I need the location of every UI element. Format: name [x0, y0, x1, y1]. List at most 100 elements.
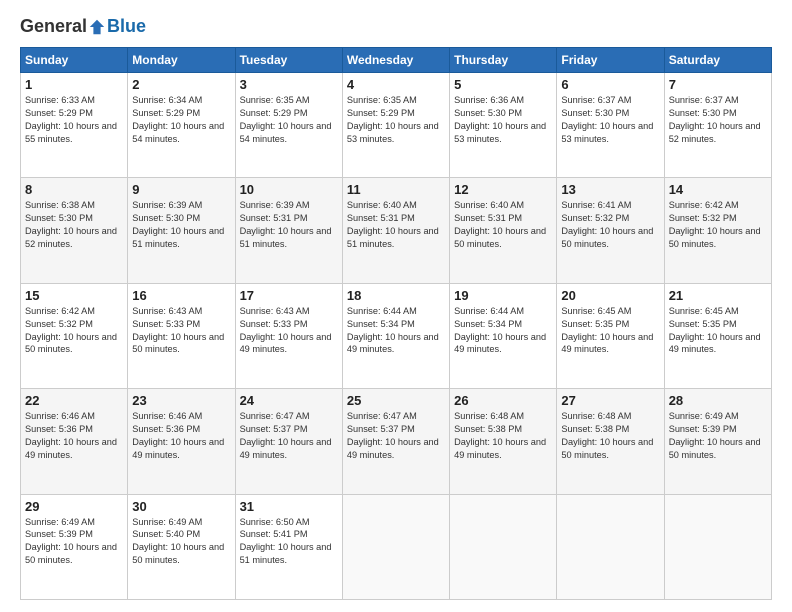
calendar-cell: 13 Sunrise: 6:41 AM Sunset: 5:32 PM Dayli… — [557, 178, 664, 283]
day-number: 30 — [132, 499, 230, 514]
col-tuesday: Tuesday — [235, 48, 342, 73]
day-info: Sunrise: 6:46 AM Sunset: 5:36 PM Dayligh… — [25, 410, 123, 462]
calendar-cell: 3 Sunrise: 6:35 AM Sunset: 5:29 PM Daylig… — [235, 73, 342, 178]
day-info: Sunrise: 6:37 AM Sunset: 5:30 PM Dayligh… — [561, 94, 659, 146]
day-info: Sunrise: 6:37 AM Sunset: 5:30 PM Dayligh… — [669, 94, 767, 146]
day-info: Sunrise: 6:45 AM Sunset: 5:35 PM Dayligh… — [669, 305, 767, 357]
day-info: Sunrise: 6:46 AM Sunset: 5:36 PM Dayligh… — [132, 410, 230, 462]
day-number: 29 — [25, 499, 123, 514]
day-info: Sunrise: 6:44 AM Sunset: 5:34 PM Dayligh… — [454, 305, 552, 357]
day-number: 25 — [347, 393, 445, 408]
col-monday: Monday — [128, 48, 235, 73]
day-number: 2 — [132, 77, 230, 92]
calendar-cell: 21 Sunrise: 6:45 AM Sunset: 5:35 PM Dayli… — [664, 283, 771, 388]
day-number: 9 — [132, 182, 230, 197]
day-info: Sunrise: 6:48 AM Sunset: 5:38 PM Dayligh… — [454, 410, 552, 462]
col-friday: Friday — [557, 48, 664, 73]
calendar-cell: 24 Sunrise: 6:47 AM Sunset: 5:37 PM Dayli… — [235, 389, 342, 494]
calendar-cell — [342, 494, 449, 599]
day-info: Sunrise: 6:41 AM Sunset: 5:32 PM Dayligh… — [561, 199, 659, 251]
day-info: Sunrise: 6:33 AM Sunset: 5:29 PM Dayligh… — [25, 94, 123, 146]
day-number: 31 — [240, 499, 338, 514]
col-wednesday: Wednesday — [342, 48, 449, 73]
day-info: Sunrise: 6:34 AM Sunset: 5:29 PM Dayligh… — [132, 94, 230, 146]
calendar-cell: 23 Sunrise: 6:46 AM Sunset: 5:36 PM Dayli… — [128, 389, 235, 494]
calendar-cell: 18Sunrise: 6:44 AM Sunset: 5:34 PM Dayli… — [342, 283, 449, 388]
day-number: 17 — [240, 288, 338, 303]
day-info: Sunrise: 6:47 AM Sunset: 5:37 PM Dayligh… — [240, 410, 338, 462]
logo: General Blue — [20, 16, 146, 37]
day-info: Sunrise: 6:50 AM Sunset: 5:41 PM Dayligh… — [240, 516, 338, 568]
day-number: 16 — [132, 288, 230, 303]
day-number: 13 — [561, 182, 659, 197]
calendar-week-4: 22 Sunrise: 6:46 AM Sunset: 5:36 PM Dayli… — [21, 389, 772, 494]
day-number: 7 — [669, 77, 767, 92]
calendar-cell: 27Sunrise: 6:48 AM Sunset: 5:38 PM Dayli… — [557, 389, 664, 494]
logo-blue: Blue — [107, 16, 146, 37]
calendar-cell: 5Sunrise: 6:36 AM Sunset: 5:30 PM Daylig… — [450, 73, 557, 178]
col-sunday: Sunday — [21, 48, 128, 73]
day-number: 22 — [25, 393, 123, 408]
day-number: 20 — [561, 288, 659, 303]
day-number: 14 — [669, 182, 767, 197]
calendar-cell — [450, 494, 557, 599]
calendar-cell: 19 Sunrise: 6:44 AM Sunset: 5:34 PM Dayli… — [450, 283, 557, 388]
day-number: 24 — [240, 393, 338, 408]
calendar-cell: 28 Sunrise: 6:49 AM Sunset: 5:39 PM Dayli… — [664, 389, 771, 494]
calendar-cell: 20 Sunrise: 6:45 AM Sunset: 5:35 PM Dayli… — [557, 283, 664, 388]
day-number: 6 — [561, 77, 659, 92]
day-info: Sunrise: 6:39 AM Sunset: 5:30 PM Dayligh… — [132, 199, 230, 251]
day-info: Sunrise: 6:35 AM Sunset: 5:29 PM Dayligh… — [240, 94, 338, 146]
calendar-cell: 16 Sunrise: 6:43 AM Sunset: 5:33 PM Dayli… — [128, 283, 235, 388]
day-info: Sunrise: 6:40 AM Sunset: 5:31 PM Dayligh… — [454, 199, 552, 251]
calendar-cell — [557, 494, 664, 599]
calendar-cell: 1Sunrise: 6:33 AM Sunset: 5:29 PM Daylig… — [21, 73, 128, 178]
day-info: Sunrise: 6:49 AM Sunset: 5:39 PM Dayligh… — [669, 410, 767, 462]
day-number: 28 — [669, 393, 767, 408]
day-number: 21 — [669, 288, 767, 303]
calendar-week-5: 29 Sunrise: 6:49 AM Sunset: 5:39 PM Dayli… — [21, 494, 772, 599]
day-info: Sunrise: 6:42 AM Sunset: 5:32 PM Dayligh… — [669, 199, 767, 251]
logo-icon — [88, 18, 106, 36]
logo-general: General — [20, 16, 87, 37]
day-info: Sunrise: 6:45 AM Sunset: 5:35 PM Dayligh… — [561, 305, 659, 357]
calendar-cell: 15 Sunrise: 6:42 AM Sunset: 5:32 PM Dayli… — [21, 283, 128, 388]
calendar-cell: 10Sunrise: 6:39 AM Sunset: 5:31 PM Dayli… — [235, 178, 342, 283]
calendar-page: General Blue Sunday Monday Tuesday Wedne… — [0, 0, 792, 612]
day-info: Sunrise: 6:39 AM Sunset: 5:31 PM Dayligh… — [240, 199, 338, 251]
day-number: 8 — [25, 182, 123, 197]
day-number: 11 — [347, 182, 445, 197]
day-info: Sunrise: 6:49 AM Sunset: 5:39 PM Dayligh… — [25, 516, 123, 568]
calendar-table: Sunday Monday Tuesday Wednesday Thursday… — [20, 47, 772, 600]
calendar-cell: 2 Sunrise: 6:34 AM Sunset: 5:29 PM Daylig… — [128, 73, 235, 178]
calendar-cell: 26 Sunrise: 6:48 AM Sunset: 5:38 PM Dayli… — [450, 389, 557, 494]
calendar-cell: 12 Sunrise: 6:40 AM Sunset: 5:31 PM Dayli… — [450, 178, 557, 283]
day-info: Sunrise: 6:43 AM Sunset: 5:33 PM Dayligh… — [132, 305, 230, 357]
calendar-cell: 6 Sunrise: 6:37 AM Sunset: 5:30 PM Daylig… — [557, 73, 664, 178]
day-info: Sunrise: 6:36 AM Sunset: 5:30 PM Dayligh… — [454, 94, 552, 146]
calendar-cell: 30Sunrise: 6:49 AM Sunset: 5:40 PM Dayli… — [128, 494, 235, 599]
day-info: Sunrise: 6:40 AM Sunset: 5:31 PM Dayligh… — [347, 199, 445, 251]
day-info: Sunrise: 6:42 AM Sunset: 5:32 PM Dayligh… — [25, 305, 123, 357]
day-number: 27 — [561, 393, 659, 408]
day-number: 3 — [240, 77, 338, 92]
day-number: 15 — [25, 288, 123, 303]
col-saturday: Saturday — [664, 48, 771, 73]
calendar-cell: 29 Sunrise: 6:49 AM Sunset: 5:39 PM Dayli… — [21, 494, 128, 599]
calendar-cell: 11 Sunrise: 6:40 AM Sunset: 5:31 PM Dayli… — [342, 178, 449, 283]
day-number: 23 — [132, 393, 230, 408]
day-number: 4 — [347, 77, 445, 92]
calendar-cell — [664, 494, 771, 599]
header: General Blue — [20, 16, 772, 37]
day-number: 19 — [454, 288, 552, 303]
calendar-cell: 17Sunrise: 6:43 AM Sunset: 5:33 PM Dayli… — [235, 283, 342, 388]
day-number: 26 — [454, 393, 552, 408]
logo-text: General Blue — [20, 16, 146, 37]
calendar-cell: 4Sunrise: 6:35 AM Sunset: 5:29 PM Daylig… — [342, 73, 449, 178]
calendar-cell: 7 Sunrise: 6:37 AM Sunset: 5:30 PM Daylig… — [664, 73, 771, 178]
day-number: 18 — [347, 288, 445, 303]
day-number: 12 — [454, 182, 552, 197]
day-info: Sunrise: 6:47 AM Sunset: 5:37 PM Dayligh… — [347, 410, 445, 462]
col-thursday: Thursday — [450, 48, 557, 73]
calendar-week-2: 8Sunrise: 6:38 AM Sunset: 5:30 PM Daylig… — [21, 178, 772, 283]
